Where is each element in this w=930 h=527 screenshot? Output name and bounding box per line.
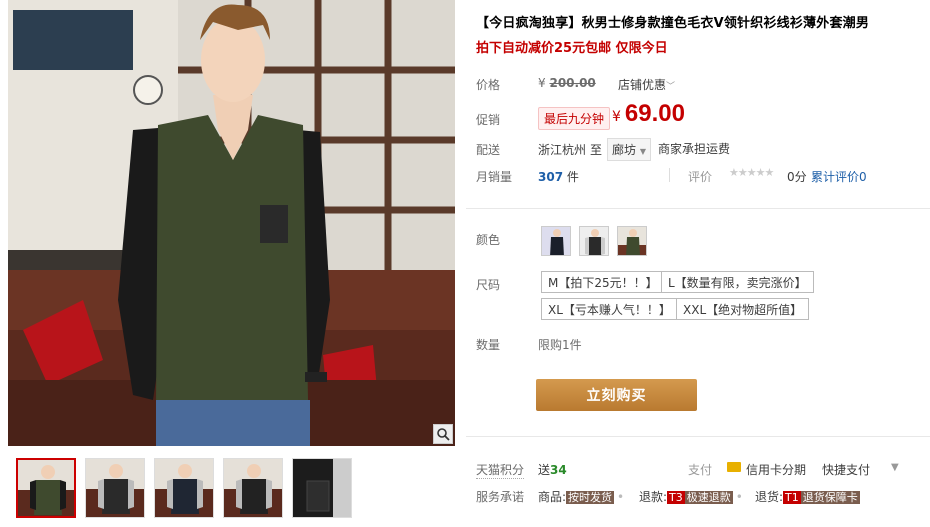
color-label: 颜色 — [476, 233, 501, 247]
dot-icon: • — [617, 490, 625, 504]
ship-destination-value: 廊坊 — [612, 143, 637, 157]
divider — [669, 168, 670, 182]
product-photo-illustration — [8, 0, 455, 446]
divider — [466, 436, 930, 437]
buy-now-button[interactable]: 立刻购买 — [536, 379, 697, 411]
points-prefix: 送 — [538, 463, 551, 477]
color-swatch-2[interactable] — [579, 226, 609, 256]
quick-pay-link[interactable]: 快捷支付 — [822, 461, 870, 478]
magnifier-icon[interactable] — [433, 424, 453, 444]
credit-card-icon — [727, 462, 741, 472]
chevron-down-icon: ▼ — [639, 147, 646, 156]
size-option-xxl[interactable]: XXL【绝对物超所值】 — [676, 298, 810, 320]
tmall-points-value: 送34 — [538, 461, 567, 478]
dot-icon: • — [735, 490, 743, 504]
color-swatch-1[interactable] — [541, 226, 571, 256]
ship-fee: 商家承担运费 — [658, 142, 731, 156]
color-swatch-3[interactable] — [617, 226, 647, 256]
thumbnail-5[interactable] — [292, 458, 352, 518]
store-discount-dropdown[interactable]: 店铺优惠﹀ — [618, 76, 675, 93]
size-option-m[interactable]: M【拍下25元！！】 — [541, 271, 665, 293]
review-count-link[interactable]: 累计评价0 — [811, 168, 867, 185]
service-ontime-shipping[interactable]: 商品: 按时发货 • — [538, 488, 624, 505]
service-ontime-tag: 按时发货 — [566, 491, 615, 504]
monthly-sales-unit: 件 — [566, 170, 579, 184]
service-return-guarantee[interactable]: 退货: T1 退货保障卡 — [755, 488, 860, 505]
product-title: 【今日疯淘独享】秋男士修身款撞色毛衣V领针织衫线衫薄外套潮男 — [476, 16, 870, 31]
shipping-label: 配送 — [476, 143, 501, 157]
promo-price-value: 69.00 — [624, 100, 685, 127]
payment-label: 支付 — [688, 463, 713, 477]
promo-price: ¥69.00 — [612, 100, 685, 128]
currency-symbol: ¥ — [538, 76, 546, 90]
service-return-code: T1 — [783, 491, 801, 504]
service-return-prefix: 退货: — [755, 490, 784, 504]
monthly-sales-count: 307 — [538, 170, 564, 184]
chevron-down-icon: ﹀ — [666, 82, 676, 92]
service-refund-code: T3 — [667, 491, 685, 504]
credit-installment-link[interactable]: 信用卡分期 — [746, 461, 806, 478]
promo-label: 促销 — [476, 113, 501, 127]
size-label: 尺码 — [476, 278, 501, 292]
service-ontime-prefix: 商品: — [538, 490, 567, 504]
points-number: 34 — [550, 463, 567, 477]
thumbnail-1[interactable] — [16, 458, 76, 518]
service-refund-prefix: 退款: — [639, 490, 668, 504]
service-promise-label: 服务承诺 — [476, 490, 525, 504]
original-price-value: 200.00 — [549, 76, 596, 90]
thumbnail-strip — [16, 458, 352, 518]
thumbnail-2[interactable] — [85, 458, 145, 518]
service-fast-refund[interactable]: 退款: T3 极速退款 • — [639, 488, 743, 505]
store-discount-label: 店铺优惠 — [618, 78, 667, 92]
original-price: ¥ 200.00 — [538, 76, 596, 90]
tmall-points-label[interactable]: 天猫积分 — [476, 461, 525, 479]
star-rating-icon: ★★★★★ — [729, 166, 774, 179]
promo-currency: ¥ — [612, 109, 621, 125]
price-label: 价格 — [476, 78, 501, 92]
product-subtitle: 拍下自动减价25元包邮 仅限今日 — [476, 41, 668, 56]
thumbnail-3[interactable] — [154, 458, 214, 518]
quantity-limit: 限购1件 — [538, 338, 582, 352]
rating-label: 评价 — [688, 170, 713, 184]
monthly-sales-value: 307 件 — [538, 168, 579, 185]
thumbnail-4[interactable] — [223, 458, 283, 518]
rating-score: 0分 — [787, 170, 807, 184]
ship-to-word: 至 — [590, 143, 603, 157]
size-option-xl[interactable]: XL【亏本赚人气！！】 — [541, 298, 678, 320]
color-swatches — [541, 226, 647, 256]
main-product-image[interactable] — [8, 0, 455, 446]
divider — [466, 208, 930, 209]
promo-badge: 最后九分钟 — [538, 107, 611, 130]
monthly-sales-label: 月销量 — [476, 170, 513, 184]
product-info-panel: 【今日疯淘独享】秋男士修身款撞色毛衣V领针织衫线衫薄外套潮男 拍下自动减价25元… — [466, 0, 930, 527]
ship-from: 浙江杭州 — [538, 143, 587, 157]
ship-destination-select[interactable]: 廊坊 ▼ — [607, 138, 651, 161]
service-return-tag: 退货保障卡 — [800, 491, 860, 504]
quantity-label: 数量 — [476, 338, 501, 352]
size-option-l[interactable]: L【数量有限，卖完涨价】 — [661, 271, 814, 293]
service-refund-tag: 极速退款 — [684, 491, 733, 504]
chevron-down-icon[interactable]: ▼ — [891, 462, 899, 473]
